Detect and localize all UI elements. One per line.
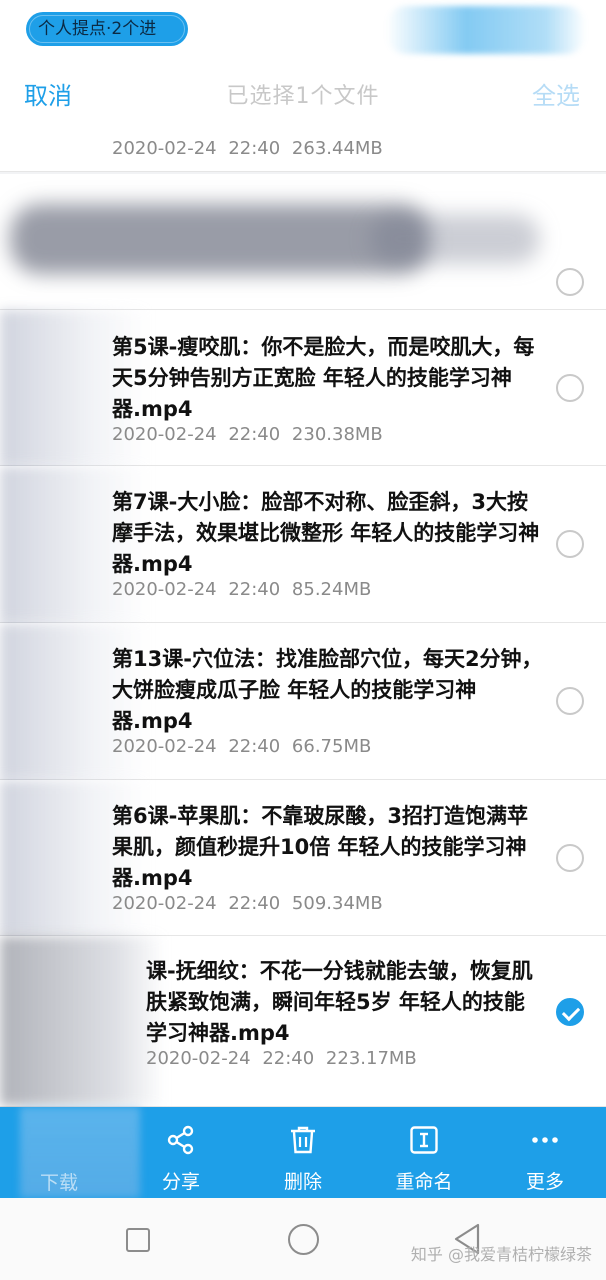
download-label: 下载 <box>40 1172 79 1194</box>
select-radio-checked[interactable] <box>556 998 584 1026</box>
more-button[interactable]: 更多 <box>495 1107 595 1198</box>
rename-icon <box>409 1125 439 1159</box>
file-meta: 2020-02-24 22:40 223.17MB <box>146 1048 417 1069</box>
file-row[interactable]: 2020-02-24 22:40 263.44MB <box>0 138 606 172</box>
file-name: 第6课-苹果肌：不靠玻尿酸，3招打造饱满苹果肌，颜值秒提升10倍 年轻人的技能学… <box>112 804 528 890</box>
file-name: 第5课-瘦咬肌：你不是脸大，而是咬肌大，每天5分钟告别方正宽脸 年轻人的技能学习… <box>112 335 535 421</box>
share-icon <box>166 1125 196 1159</box>
file-row[interactable]: 第5课-瘦咬肌：你不是脸大，而是咬肌大，每天5分钟告别方正宽脸 年轻人的技能学习… <box>0 310 606 466</box>
status-pill[interactable]: 个人提点·2个进 <box>26 12 188 46</box>
file-meta: 2020-02-24 22:40 509.34MB <box>112 893 383 914</box>
thumbnail <box>0 936 165 1106</box>
select-radio[interactable] <box>556 268 584 296</box>
watermark: 知乎 @我爱青桔柠檬绿茶 <box>410 1245 592 1264</box>
trash-icon <box>288 1125 318 1159</box>
file-meta: 2020-02-24 22:40 85.24MB <box>112 579 372 600</box>
rename-button[interactable]: 重命名 <box>374 1107 474 1198</box>
scribble-overlay <box>10 204 430 274</box>
more-icon <box>530 1125 560 1159</box>
select-radio[interactable] <box>556 687 584 715</box>
scribble-overlay <box>370 214 540 264</box>
delete-label: 删除 <box>283 1171 322 1193</box>
system-nav-bar <box>0 1198 606 1280</box>
home-icon[interactable] <box>288 1224 319 1255</box>
select-radio[interactable] <box>556 844 584 872</box>
file-name: 课-抚细纹：不花一分钱就能去皱，恢复肌肤紧致饱满，瞬间年轻5岁 年轻人的技能学习… <box>146 959 533 1045</box>
file-row[interactable] <box>0 174 606 310</box>
file-name: 第7课-大小脸：脸部不对称、脸歪斜，3大按摩手法，效果堪比微整形 年轻人的技能学… <box>112 490 540 576</box>
rename-label: 重命名 <box>395 1171 453 1193</box>
file-row[interactable]: 课-抚细纹：不花一分钱就能去皱，恢复肌肤紧致饱满，瞬间年轻5岁 年轻人的技能学习… <box>0 936 606 1107</box>
file-meta: 2020-02-24 22:40 263.44MB <box>112 138 383 159</box>
file-name: 第13课-穴位法：找准脸部穴位，每天2分钟，大饼脸瘦成瓜子脸 年轻人的技能学习神… <box>112 647 543 733</box>
select-radio[interactable] <box>556 530 584 558</box>
download-button[interactable] <box>20 1107 140 1198</box>
file-meta: 2020-02-24 22:40 66.75MB <box>112 736 372 757</box>
more-label: 更多 <box>525 1171 564 1193</box>
file-row[interactable]: 第13课-穴位法：找准脸部穴位，每天2分钟，大饼脸瘦成瓜子脸 年轻人的技能学习神… <box>0 623 606 780</box>
select-radio[interactable] <box>556 374 584 402</box>
scribble-overlay <box>386 6 586 54</box>
share-label: 分享 <box>161 1171 200 1193</box>
select-all-button[interactable]: 全选 <box>532 76 580 111</box>
page-title: 已选择1个文件 <box>226 84 380 109</box>
file-row[interactable]: 第6课-苹果肌：不靠玻尿酸，3招打造饱满苹果肌，颜值秒提升10倍 年轻人的技能学… <box>0 780 606 936</box>
share-button[interactable]: 分享 <box>131 1107 231 1198</box>
file-meta: 2020-02-24 22:40 230.38MB <box>112 424 383 445</box>
file-row[interactable]: 第7课-大小脸：脸部不对称、脸歪斜，3大按摩手法，效果堪比微整形 年轻人的技能学… <box>0 466 606 623</box>
delete-button[interactable]: 删除 <box>253 1107 353 1198</box>
recents-icon[interactable] <box>126 1228 150 1252</box>
